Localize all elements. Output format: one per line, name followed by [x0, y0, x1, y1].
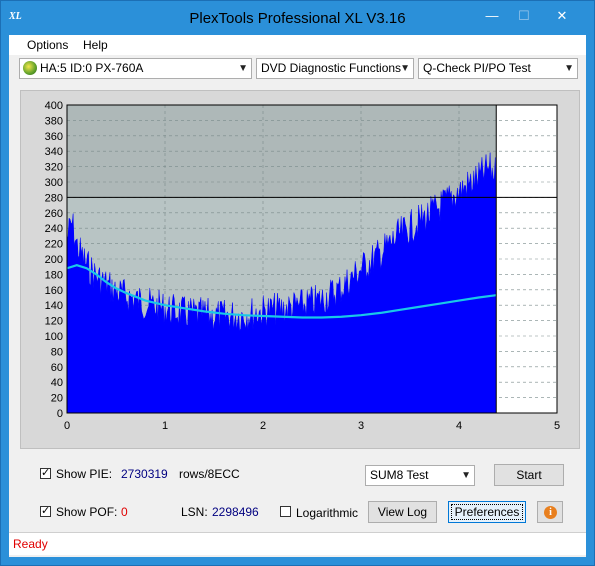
x-tick-label: 0	[64, 420, 70, 432]
x-tick-label: 5	[554, 420, 560, 432]
show-poe-label: Show POF:	[56, 505, 118, 519]
drive-select[interactable]: HA:5 ID:0 PX-760A ▼	[19, 58, 252, 79]
logarithmic-checkbox[interactable]	[280, 506, 291, 517]
show-pie-checkbox[interactable]	[40, 466, 51, 479]
function-select-value: DVD Diagnostic Functions	[261, 61, 402, 75]
menu-bar: Options Help	[9, 35, 586, 55]
test-select-value: Q-Check PI/PO Test	[423, 61, 531, 75]
app-window: XL PlexTools Professional XL V3.16 — ☐ ✕…	[0, 0, 595, 566]
pi-po-chart: 0204060801001201401601802002202402602803…	[45, 100, 560, 432]
y-tick-label: 160	[45, 285, 63, 297]
poe-value: 0	[121, 505, 128, 519]
y-tick-label: 380	[45, 115, 63, 127]
pie-unit: rows/8ECC	[179, 467, 240, 481]
menu-options[interactable]: Options	[27, 38, 68, 52]
info-icon: i	[544, 506, 557, 519]
logarithmic-label: Logarithmic	[296, 506, 359, 520]
view-log-button[interactable]: View Log	[368, 501, 437, 523]
y-tick-label: 120	[45, 316, 63, 328]
test-select[interactable]: Q-Check PI/PO Test ▼	[418, 58, 578, 79]
chevron-down-icon: ▼	[564, 63, 574, 74]
status-text: Ready	[13, 537, 48, 551]
preferences-button[interactable]: Preferences	[448, 501, 526, 523]
drive-select-value: HA:5 ID:0 PX-760A	[40, 61, 144, 75]
y-tick-label: 260	[45, 208, 63, 220]
show-pie-label: Show PIE:	[56, 467, 113, 481]
info-button[interactable]: i	[537, 501, 563, 523]
y-tick-label: 280	[45, 192, 63, 204]
y-tick-label: 0	[57, 408, 63, 420]
y-tick-label: 220	[45, 239, 63, 251]
y-tick-label: 320	[45, 162, 63, 174]
sum-select-value: SUM8 Test	[370, 468, 429, 482]
y-tick-label: 360	[45, 131, 63, 143]
y-tick-label: 60	[51, 362, 63, 374]
x-tick-label: 2	[260, 420, 266, 432]
y-tick-label: 100	[45, 331, 63, 343]
cd-drive-icon	[23, 61, 37, 75]
sum-select[interactable]: SUM8 Test ▼	[365, 465, 475, 486]
y-tick-label: 240	[45, 223, 63, 235]
client-area: Options Help HA:5 ID:0 PX-760A ▼ DVD Dia…	[9, 35, 586, 557]
x-tick-label: 3	[358, 420, 364, 432]
y-tick-label: 20	[51, 393, 63, 405]
lsn-value: 2298496	[212, 505, 259, 519]
y-tick-label: 80	[51, 346, 63, 358]
chevron-down-icon: ▼	[400, 63, 410, 74]
y-tick-label: 180	[45, 269, 63, 281]
x-tick-label: 1	[162, 420, 168, 432]
y-tick-label: 400	[45, 100, 63, 112]
y-tick-label: 200	[45, 254, 63, 266]
start-button[interactable]: Start	[494, 464, 564, 486]
show-poe-checkbox[interactable]	[40, 504, 51, 517]
x-tick-label: 4	[456, 420, 462, 432]
threshold-zone	[67, 105, 497, 198]
title-bar[interactable]: XL PlexTools Professional XL V3.16 — ☐ ✕	[1, 1, 594, 35]
chevron-down-icon: ▼	[461, 470, 471, 481]
lsn-label: LSN:	[181, 505, 208, 519]
pie-value: 2730319	[121, 467, 168, 481]
close-button[interactable]: ✕	[541, 5, 583, 27]
maximize-button[interactable]: ☐	[511, 5, 537, 27]
function-select[interactable]: DVD Diagnostic Functions ▼	[256, 58, 414, 79]
window-title: PlexTools Professional XL V3.16	[189, 10, 406, 27]
chevron-down-icon: ▼	[238, 63, 248, 74]
y-tick-label: 40	[51, 377, 63, 389]
menu-help[interactable]: Help	[83, 38, 108, 52]
y-tick-label: 340	[45, 146, 63, 158]
preferences-button-label: Preferences	[450, 504, 524, 520]
y-tick-label: 300	[45, 177, 63, 189]
status-bar: Ready	[9, 532, 586, 555]
minimize-button[interactable]: —	[479, 5, 505, 27]
chart-panel: 0 20 40 60 80 100 120 140 160 180 200 220 240 260 280 3…	[20, 90, 580, 449]
y-tick-label: 140	[45, 300, 63, 312]
